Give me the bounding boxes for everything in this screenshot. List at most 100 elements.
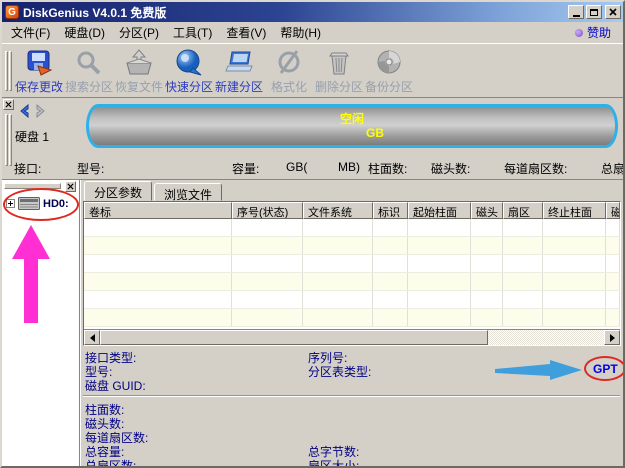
- column-header-end-cylinder[interactable]: 终止柱面: [543, 202, 606, 219]
- disk-panel-grip[interactable]: [9, 114, 12, 166]
- menu-partition[interactable]: 分区(P): [112, 22, 166, 43]
- sponsor-dot-icon: [574, 28, 583, 37]
- column-header-sector[interactable]: 扇区: [503, 202, 543, 219]
- table-cell: [503, 273, 543, 290]
- column-header-id[interactable]: 标识: [373, 202, 408, 219]
- table-cell: [471, 237, 503, 254]
- table-cell: [606, 273, 620, 290]
- minimize-button[interactable]: [568, 5, 584, 19]
- backup-partition-button[interactable]: 备份分区: [364, 47, 414, 95]
- table-cell: [408, 255, 471, 272]
- menu-file[interactable]: 文件(F): [4, 22, 57, 43]
- info-cylinders-label: 柱面数:: [368, 162, 408, 176]
- scrollbar-thumb[interactable]: [100, 330, 488, 345]
- toolbar-button-label: 搜索分区: [64, 80, 113, 94]
- detail-disk-guid-label: 磁盘 GUID:: [85, 379, 146, 393]
- toolbar-button-label: 删除分区: [314, 80, 363, 94]
- toolbar-grip[interactable]: [9, 51, 12, 91]
- close-icon: [609, 8, 617, 16]
- partition-table-type-value: GPT: [593, 362, 618, 376]
- toolbar-button-label: 格式化: [270, 80, 307, 94]
- scroll-right-button[interactable]: [604, 330, 620, 345]
- table-row: [84, 309, 620, 327]
- free-space-size: GB: [366, 126, 384, 140]
- table-cell: [543, 219, 606, 236]
- info-heads-label: 磁头数:: [431, 162, 471, 176]
- tree-item-hd0[interactable]: HD0:: [6, 197, 69, 210]
- delete-partition-button[interactable]: 删除分区: [314, 47, 364, 95]
- disk-cylinder-free-space[interactable]: 空闲 GB: [86, 104, 618, 148]
- disk-overview-panel: 硬盘 1 空闲 GB 接口: 型号: 容量: GB( MB) 柱面数: 磁头数:…: [2, 98, 623, 180]
- disk-info-row: 接口: 型号: 容量: GB( MB) 柱面数: 磁头数: 每道扇区数: 总扇区…: [2, 160, 623, 176]
- tree-item-label: HD0:: [43, 197, 69, 210]
- column-header-head[interactable]: 磁头: [471, 202, 503, 219]
- table-cell: [408, 237, 471, 254]
- table-cell: [471, 255, 503, 272]
- table-row: [84, 255, 620, 273]
- disk-panel-grip[interactable]: [5, 114, 8, 166]
- table-cell: [232, 309, 303, 326]
- table-cell: [543, 309, 606, 326]
- menu-view[interactable]: 查看(V): [219, 22, 273, 43]
- format-button[interactable]: 格式化: [264, 47, 314, 95]
- table-header-row: 卷标 序号(状态) 文件系统 标识 起始柱面 磁头 扇区 终止柱面 磁头: [84, 202, 620, 219]
- table-cell: [373, 255, 408, 272]
- table-cell: [84, 237, 232, 254]
- table-cell: [84, 291, 232, 308]
- partition-table: 卷标 序号(状态) 文件系统 标识 起始柱面 磁头 扇区 终止柱面 磁头: [83, 201, 621, 346]
- toolbar-button-label: 快速分区: [164, 80, 213, 94]
- table-cell: [543, 255, 606, 272]
- new-partition-button[interactable]: 新建分区: [214, 47, 264, 95]
- tree-expand-icon[interactable]: [6, 199, 15, 208]
- info-sectors-label: 每道扇区数:: [504, 162, 568, 176]
- backup-partition-icon: [374, 48, 404, 78]
- column-header-end-head[interactable]: 磁头: [606, 202, 620, 219]
- toolbar-button-label: 备份分区: [364, 80, 413, 94]
- table-cell: [303, 255, 373, 272]
- tree-panel-grip[interactable]: [4, 183, 61, 189]
- table-cell: [543, 291, 606, 308]
- menu-disk[interactable]: 硬盘(D): [57, 22, 112, 43]
- prev-disk-arrow-icon[interactable]: [18, 104, 31, 118]
- close-button[interactable]: [605, 5, 621, 19]
- annotation-blue-arrow-right: [495, 360, 582, 380]
- table-cell: [373, 237, 408, 254]
- format-icon: [274, 48, 304, 78]
- tab-browse-files[interactable]: 浏览文件: [154, 183, 223, 202]
- table-cell: [84, 219, 232, 236]
- sponsor-link[interactable]: 赞助: [574, 24, 621, 41]
- app-icon-letter: G: [8, 6, 16, 18]
- save-changes-button[interactable]: 保存更改: [14, 47, 64, 95]
- horizontal-scrollbar[interactable]: [84, 329, 620, 345]
- table-cell: [471, 309, 503, 326]
- menu-help[interactable]: 帮助(H): [273, 22, 328, 43]
- tree-panel-close-button[interactable]: [65, 181, 76, 192]
- search-partition-button[interactable]: 搜索分区: [64, 47, 114, 95]
- window-title: DiskGenius V4.0.1 免费版: [23, 5, 167, 20]
- toolbar-grip[interactable]: [5, 51, 8, 91]
- table-cell: [303, 291, 373, 308]
- recover-files-button[interactable]: 恢复文件: [114, 47, 164, 95]
- detail-sector-size-label: 扇区大小:: [308, 459, 360, 468]
- tab-partition-params[interactable]: 分区参数: [84, 181, 153, 201]
- table-cell: [84, 255, 232, 272]
- column-header-index-status[interactable]: 序号(状态): [232, 202, 303, 219]
- table-cell: [303, 309, 373, 326]
- quick-partition-button[interactable]: 快速分区: [164, 47, 214, 95]
- next-disk-arrow-icon[interactable]: [34, 104, 47, 118]
- table-cell: [303, 237, 373, 254]
- column-header-start-cylinder[interactable]: 起始柱面: [408, 202, 471, 219]
- recover-files-icon: [124, 48, 154, 78]
- column-header-volume-label[interactable]: 卷标: [84, 202, 232, 219]
- scroll-left-button[interactable]: [84, 330, 100, 345]
- delete-partition-icon: [324, 48, 354, 78]
- menu-tools[interactable]: 工具(T): [166, 22, 219, 43]
- disk-panel-close-button[interactable]: [3, 99, 14, 110]
- maximize-button[interactable]: [586, 5, 602, 19]
- table-cell: [471, 291, 503, 308]
- disk-details-pane: 接口类型: 型号: 磁盘 GUID: 序列号: 分区表类型: GPT 柱面数: …: [81, 346, 623, 468]
- column-header-filesystem[interactable]: 文件系统: [303, 202, 373, 219]
- details-divider: [83, 395, 620, 397]
- search-partition-icon: [74, 48, 104, 78]
- table-cell: [543, 237, 606, 254]
